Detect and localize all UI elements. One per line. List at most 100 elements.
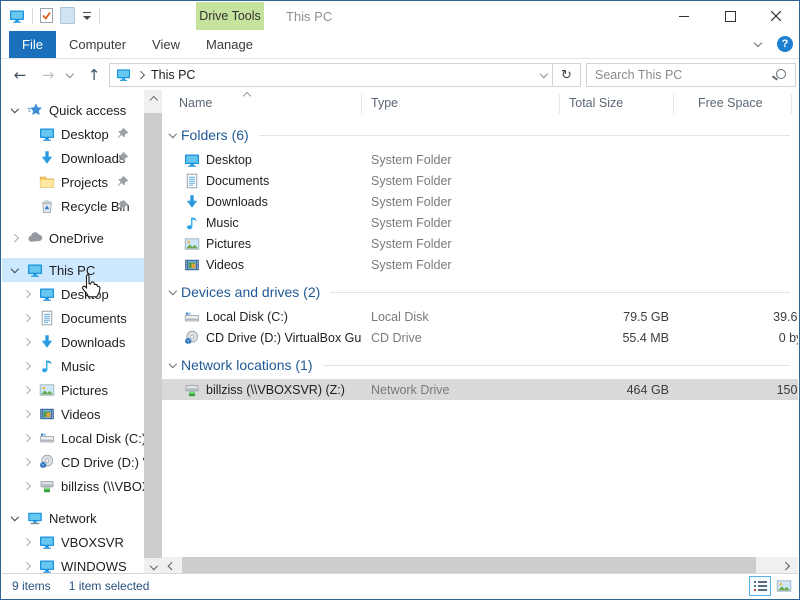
group-header-folders[interactable]: Folders (6) (168, 124, 790, 146)
file-row[interactable]: Videos System Folder (162, 254, 798, 275)
tree-item[interactable]: Desktop (2, 282, 144, 306)
thumbnail-view-button[interactable] (773, 576, 795, 596)
tree-expand-icon[interactable] (22, 178, 31, 187)
tree-item[interactable]: CD Drive (D:) Vir (2, 450, 144, 474)
tree-expand-icon[interactable] (22, 290, 31, 299)
tree-expand-icon[interactable] (10, 234, 19, 243)
tree-item[interactable]: Downloads (2, 146, 144, 170)
tree-item-label: Pictures (61, 383, 108, 398)
ribbon-tab[interactable]: View (139, 31, 193, 58)
sidebar-scrollbar[interactable] (144, 90, 162, 574)
customize-quick-access-icon[interactable] (82, 11, 92, 21)
horizontal-scrollbar[interactable] (162, 557, 798, 574)
scrollbar-thumb[interactable] (144, 113, 162, 558)
tree-expand-icon[interactable] (22, 202, 31, 211)
forward-button[interactable]: → (37, 63, 59, 87)
file-row[interactable]: CD Drive (D:) VirtualBox Gu... CD Drive … (162, 327, 798, 348)
scroll-down-icon[interactable] (144, 558, 162, 574)
tree-expand-icon[interactable] (22, 410, 31, 419)
tree-expand-icon[interactable] (22, 434, 31, 443)
ribbon-tab[interactable]: Manage (193, 31, 266, 58)
back-button[interactable]: ← (9, 63, 31, 87)
file-row[interactable]: Local Disk (C:) Local Disk 79.5 GB 39.6 … (162, 306, 798, 327)
recycle-icon (39, 198, 55, 214)
breadcrumb[interactable]: This PC (151, 68, 195, 82)
scrollbar-thumb[interactable] (182, 557, 756, 574)
ribbon-tab[interactable]: File (9, 31, 56, 58)
file-row[interactable]: Desktop System Folder (162, 149, 798, 170)
search-input[interactable] (587, 64, 795, 86)
file-row[interactable]: Downloads System Folder (162, 191, 798, 212)
column-header-type[interactable]: Type (371, 96, 398, 110)
computer-icon[interactable] (9, 8, 25, 24)
tree-item[interactable]: This PC (2, 258, 144, 282)
help-icon[interactable]: ? (777, 36, 793, 52)
tree-item[interactable]: billziss (\\VBOXS (2, 474, 144, 498)
pc-icon (39, 558, 55, 574)
tree-expand-icon[interactable] (22, 386, 31, 395)
refresh-icon[interactable]: ↻ (553, 64, 580, 86)
tree-expand-icon[interactable] (22, 154, 31, 163)
tree-expand-icon[interactable] (22, 482, 31, 491)
tree-expand-icon[interactable] (22, 458, 31, 467)
tree-item[interactable]: Videos (2, 402, 144, 426)
minimize-button[interactable] (661, 1, 707, 31)
tree-item[interactable]: Documents (2, 306, 144, 330)
file-row[interactable]: Music System Folder (162, 212, 798, 233)
tree-item-label: Projects (61, 175, 108, 190)
scroll-right-icon[interactable] (778, 557, 795, 574)
tree-item[interactable]: Recycle Bin (2, 194, 144, 218)
details-view-button[interactable] (749, 576, 771, 596)
maximize-button[interactable] (707, 1, 753, 31)
tree-expand-icon[interactable] (22, 338, 31, 347)
tree-item[interactable]: Pictures (2, 378, 144, 402)
breadcrumb-chevron-icon[interactable] (136, 71, 145, 80)
scroll-left-icon[interactable] (162, 557, 179, 574)
file-name: Videos (206, 258, 244, 272)
collapse-group-icon[interactable] (168, 361, 177, 370)
tree-expand-icon[interactable] (22, 314, 31, 323)
tree-item[interactable]: Projects (2, 170, 144, 194)
tree-item-label: billziss (\\VBOXS (61, 479, 144, 494)
tree-expand-icon[interactable] (22, 130, 31, 139)
recent-locations-icon[interactable] (65, 70, 74, 79)
tree-expand-icon[interactable] (10, 106, 19, 115)
network-icon (27, 510, 43, 526)
tree-item[interactable]: VBOXSVR (2, 530, 144, 554)
ribbon-tab[interactable]: Computer (56, 31, 139, 58)
tree-item[interactable]: Local Disk (C:) (2, 426, 144, 450)
address-bar[interactable]: This PC ↻ (109, 63, 581, 87)
file-row[interactable]: Pictures System Folder (162, 233, 798, 254)
tree-item[interactable]: Music (2, 354, 144, 378)
group-header-devices[interactable]: Devices and drives (2) (168, 281, 790, 303)
up-button[interactable]: ↑ (83, 63, 105, 87)
properties-icon[interactable] (40, 8, 53, 23)
column-header-total-size[interactable]: Total Size (569, 96, 623, 110)
search-icon[interactable] (776, 69, 786, 79)
column-header-name[interactable]: Name (179, 96, 212, 110)
scroll-up-icon[interactable] (144, 90, 162, 106)
expand-ribbon-icon[interactable] (754, 40, 763, 49)
column-header-free-space[interactable]: Free Space (698, 96, 763, 110)
tree-item[interactable]: Network (2, 506, 144, 530)
tree-item[interactable]: Desktop (2, 122, 144, 146)
tree-item[interactable]: Quick access (2, 98, 144, 122)
tree-expand-icon[interactable] (22, 362, 31, 371)
close-button[interactable] (753, 1, 799, 31)
collapse-group-icon[interactable] (168, 131, 177, 140)
address-dropdown-icon[interactable] (536, 64, 552, 86)
new-folder-icon[interactable] (60, 7, 75, 24)
tree-expand-icon[interactable] (22, 562, 31, 571)
tree-expand-icon[interactable] (22, 538, 31, 547)
tree-item[interactable]: OneDrive (2, 226, 144, 250)
tree-item[interactable]: WINDOWS (2, 554, 144, 574)
file-row[interactable]: billziss (\\VBOXSVR) (Z:) Network Drive … (162, 379, 798, 400)
tree-expand-icon[interactable] (10, 514, 19, 523)
tree-item-label: Videos (61, 407, 101, 422)
drive-tools-tab[interactable]: Drive Tools (196, 2, 264, 30)
group-header-network[interactable]: Network locations (1) (168, 354, 790, 376)
tree-expand-icon[interactable] (10, 266, 19, 275)
collapse-group-icon[interactable] (168, 288, 177, 297)
tree-item[interactable]: Downloads (2, 330, 144, 354)
file-row[interactable]: Documents System Folder (162, 170, 798, 191)
